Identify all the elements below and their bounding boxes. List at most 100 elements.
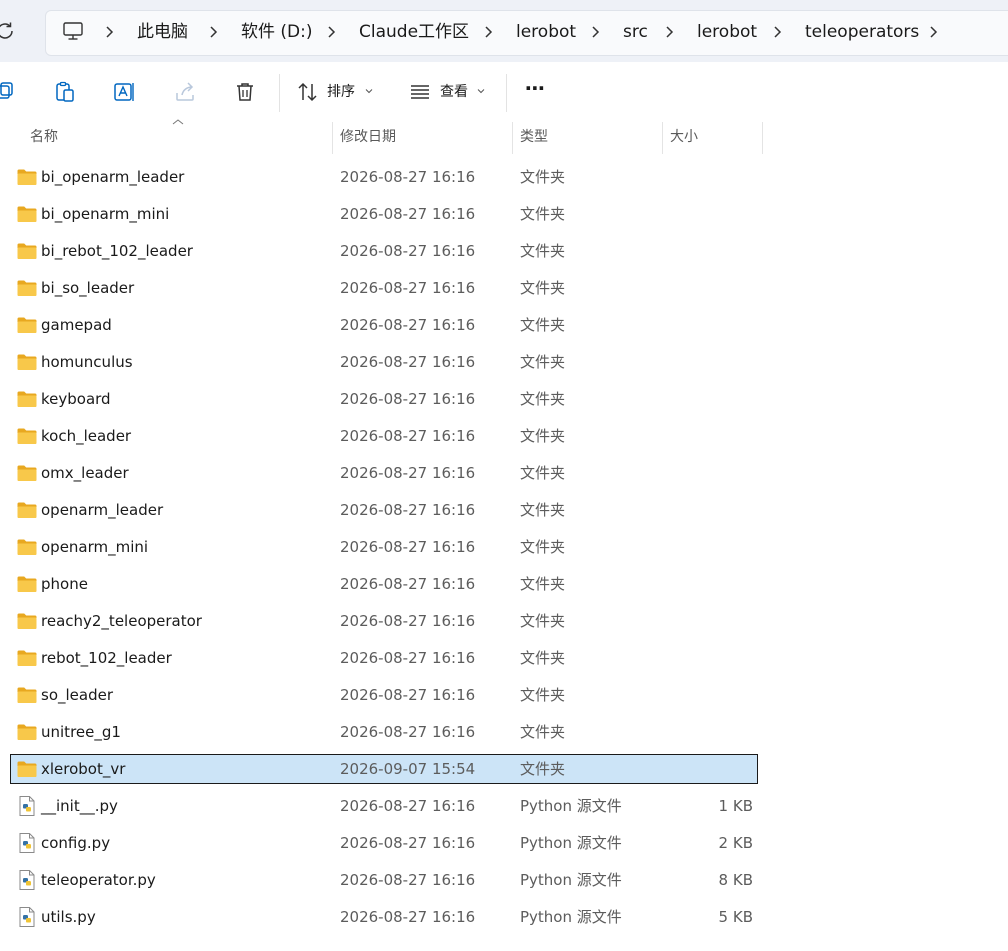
file-size: 5 KB	[718, 908, 753, 926]
folder-icon	[16, 610, 38, 632]
file-row[interactable]: utils.py 2026-08-27 16:16 Python 源文件 5 KB	[10, 902, 758, 932]
refresh-icon[interactable]	[0, 20, 16, 42]
modified-date: 2026-08-27 16:16	[340, 686, 476, 704]
file-type: 文件夹	[520, 501, 566, 519]
file-type: 文件夹	[520, 686, 566, 704]
folder-row[interactable]: rebot_102_leader 2026-08-27 16:16 文件夹	[10, 643, 758, 673]
file-name: so_leader	[41, 686, 113, 704]
column-header-label: 修改日期	[340, 129, 396, 145]
chevron-right-icon[interactable]	[589, 20, 603, 44]
breadcrumb-item-lerobot-inner[interactable]: lerobot	[697, 20, 757, 44]
rename-icon[interactable]	[113, 80, 137, 104]
python-file-icon	[16, 832, 38, 854]
column-header-modified[interactable]: 修改日期	[333, 120, 512, 154]
column-header-label: 名称	[30, 129, 58, 145]
command-bar	[0, 62, 1008, 120]
chevron-right-icon[interactable]	[482, 20, 496, 44]
folder-icon	[16, 277, 38, 299]
column-divider[interactable]	[762, 122, 763, 154]
folder-icon	[16, 203, 38, 225]
breadcrumb-item-lerobot[interactable]: lerobot	[516, 20, 576, 44]
folder-row[interactable]: openarm_leader 2026-08-27 16:16 文件夹	[10, 495, 758, 525]
computer-icon[interactable]	[62, 20, 84, 42]
folder-row[interactable]: unitree_g1 2026-08-27 16:16 文件夹	[10, 717, 758, 747]
folder-icon	[16, 499, 38, 521]
folder-row[interactable]: bi_rebot_102_leader 2026-08-27 16:16 文件夹	[10, 236, 758, 266]
share-icon[interactable]	[173, 80, 197, 104]
column-header-type[interactable]: 类型	[513, 120, 662, 154]
folder-row[interactable]: bi_openarm_mini 2026-08-27 16:16 文件夹	[10, 199, 758, 229]
folder-row[interactable]: koch_leader 2026-08-27 16:16 文件夹	[10, 421, 758, 451]
breadcrumb-item-teleoperators[interactable]: teleoperators	[805, 20, 919, 44]
breadcrumb-item-claude-workspace[interactable]: Claude工作区	[359, 20, 469, 44]
file-name: phone	[41, 575, 88, 593]
folder-row[interactable]: phone 2026-08-27 16:16 文件夹	[10, 569, 758, 599]
breadcrumb-item-src[interactable]: src	[623, 20, 648, 44]
folder-icon	[16, 240, 38, 262]
folder-row[interactable]: homunculus 2026-08-27 16:16 文件夹	[10, 347, 758, 377]
more-options-button[interactable]: ⋯	[525, 78, 546, 98]
folder-icon	[16, 314, 38, 336]
file-row[interactable]: teleoperator.py 2026-08-27 16:16 Python 源文…	[10, 865, 758, 895]
folder-row[interactable]: reachy2_teleoperator 2026-08-27 16:16 文件夹	[10, 606, 758, 636]
file-size: 1 KB	[718, 797, 753, 815]
python-file-icon	[16, 869, 38, 891]
copy-icon[interactable]	[0, 80, 16, 104]
file-name: __init__.py	[41, 797, 118, 815]
modified-date: 2026-08-27 16:16	[340, 575, 476, 593]
breadcrumb-item-this-pc[interactable]: 此电脑	[137, 20, 188, 44]
file-name: bi_openarm_mini	[41, 205, 170, 223]
modified-date: 2026-08-27 16:16	[340, 723, 476, 741]
chevron-right-icon[interactable]	[927, 20, 941, 44]
modified-date: 2026-08-27 16:16	[340, 871, 476, 889]
file-name: keyboard	[41, 390, 111, 408]
view-icon[interactable]	[408, 80, 432, 104]
folder-row[interactable]: gamepad 2026-08-27 16:16 文件夹	[10, 310, 758, 340]
file-type: Python 源文件	[520, 797, 622, 815]
folder-icon	[16, 721, 38, 743]
modified-date: 2026-08-27 16:16	[340, 353, 476, 371]
chevron-right-icon[interactable]	[325, 20, 339, 44]
file-row[interactable]: config.py 2026-08-27 16:16 Python 源文件 2 KB	[10, 828, 758, 858]
chevron-down-icon[interactable]	[477, 87, 485, 95]
folder-row[interactable]: openarm_mini 2026-08-27 16:16 文件夹	[10, 532, 758, 562]
sort-button[interactable]: 排序	[327, 82, 355, 102]
paste-icon[interactable]	[53, 80, 77, 104]
folder-row[interactable]: bi_openarm_leader 2026-08-27 16:16 文件夹	[10, 162, 758, 192]
file-row[interactable]: __init__.py 2026-08-27 16:16 Python 源文件 1 K…	[10, 791, 758, 821]
file-name: xlerobot_vr	[41, 760, 126, 778]
folder-icon	[16, 166, 38, 188]
file-type: Python 源文件	[520, 834, 622, 852]
modified-date: 2026-08-27 16:16	[340, 649, 476, 667]
view-button[interactable]: 查看	[440, 82, 468, 102]
folder-row[interactable]: so_leader 2026-08-27 16:16 文件夹	[10, 680, 758, 710]
chevron-right-icon[interactable]	[771, 20, 785, 44]
modified-date: 2026-08-27 16:16	[340, 427, 476, 445]
modified-date: 2026-08-27 16:16	[340, 612, 476, 630]
folder-icon	[16, 351, 38, 373]
column-header-size[interactable]: 大小	[663, 120, 762, 154]
file-type: 文件夹	[520, 538, 566, 556]
sort-icon[interactable]	[296, 80, 320, 104]
file-type: 文件夹	[520, 464, 566, 482]
delete-icon[interactable]	[233, 80, 257, 104]
file-type: 文件夹	[520, 168, 566, 186]
file-type: 文件夹	[520, 427, 566, 445]
python-file-icon	[16, 795, 38, 817]
folder-row[interactable]: xlerobot_vr 2026-09-07 15:54 文件夹	[10, 754, 758, 784]
breadcrumb-item-drive-d[interactable]: 软件 (D:)	[241, 20, 313, 44]
chevron-right-icon[interactable]	[207, 20, 221, 44]
folder-icon	[16, 758, 38, 780]
modified-date: 2026-08-27 16:16	[340, 797, 476, 815]
file-type: Python 源文件	[520, 871, 622, 889]
folder-icon	[16, 684, 38, 706]
folder-row[interactable]: bi_so_leader 2026-08-27 16:16 文件夹	[10, 273, 758, 303]
file-name: homunculus	[41, 353, 133, 371]
column-header-name[interactable]: 名称	[0, 120, 332, 154]
chevron-right-icon[interactable]	[103, 20, 117, 44]
folder-row[interactable]: omx_leader 2026-08-27 16:16 文件夹	[10, 458, 758, 488]
chevron-right-icon[interactable]	[663, 20, 677, 44]
chevron-down-icon[interactable]	[365, 87, 373, 95]
file-name: omx_leader	[41, 464, 129, 482]
folder-row[interactable]: keyboard 2026-08-27 16:16 文件夹	[10, 384, 758, 414]
